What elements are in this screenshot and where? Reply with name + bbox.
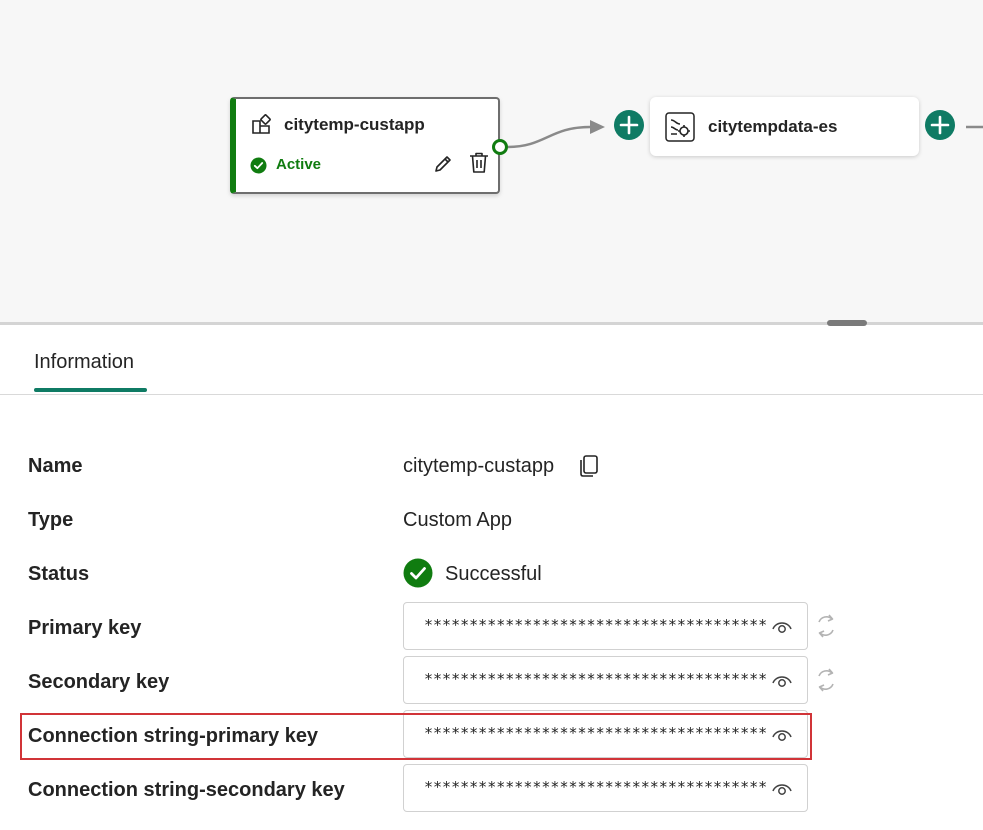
source-node-title: citytemp-custapp: [284, 115, 425, 134]
eventstream-node-title: citytempdata-es: [708, 117, 838, 136]
source-node-status: Active: [276, 156, 322, 173]
plus-icon: [619, 115, 639, 135]
primary-key-label: Primary key: [28, 617, 142, 639]
eventstream-node[interactable]: citytempdata-es: [650, 97, 919, 156]
regenerate-key-icon[interactable]: [814, 666, 838, 694]
active-check-icon: [250, 157, 267, 174]
plus-icon: [930, 115, 950, 135]
secondary-key-field[interactable]: **************************************: [403, 656, 808, 704]
status-value: Successful: [445, 563, 542, 585]
eventstream-icon: [665, 112, 695, 142]
type-value: Custom App: [403, 509, 512, 531]
show-key-eye-icon[interactable]: [771, 779, 793, 799]
custom-app-icon: [252, 114, 271, 134]
name-value: citytemp-custapp: [403, 455, 555, 477]
type-label: Type: [28, 509, 74, 531]
primary-key-value: **************************************: [424, 616, 768, 634]
status-label: Status: [28, 563, 90, 585]
copy-icon[interactable]: [578, 454, 600, 478]
active-tab-indicator: [34, 388, 147, 392]
add-node-button[interactable]: [614, 110, 644, 140]
source-node-custom-app[interactable]: citytemp-custapp Active: [230, 97, 500, 194]
name-label: Name: [28, 455, 83, 477]
show-key-eye-icon[interactable]: [771, 617, 793, 637]
primary-key-field[interactable]: **************************************: [403, 602, 808, 650]
conn-secondary-label: Connection string-secondary key: [28, 779, 345, 801]
conn-secondary-field[interactable]: **************************************: [403, 764, 808, 812]
add-destination-button[interactable]: [925, 110, 955, 140]
show-key-eye-icon[interactable]: [771, 671, 793, 691]
success-check-icon: [403, 558, 433, 588]
delete-icon[interactable]: [468, 151, 490, 175]
details-tabbar: Information: [0, 325, 983, 395]
secondary-key-label: Secondary key: [28, 671, 170, 693]
secondary-key-value: **************************************: [424, 670, 768, 688]
eventstream-canvas[interactable]: citytemp-custapp Active citytempdata-es: [0, 0, 983, 323]
tab-information[interactable]: Information: [34, 351, 134, 374]
conn-secondary-value: **************************************: [424, 778, 768, 796]
regenerate-key-icon[interactable]: [814, 612, 838, 640]
highlight-box: [20, 713, 812, 760]
edit-icon[interactable]: [432, 153, 454, 175]
output-port[interactable]: [492, 139, 508, 155]
